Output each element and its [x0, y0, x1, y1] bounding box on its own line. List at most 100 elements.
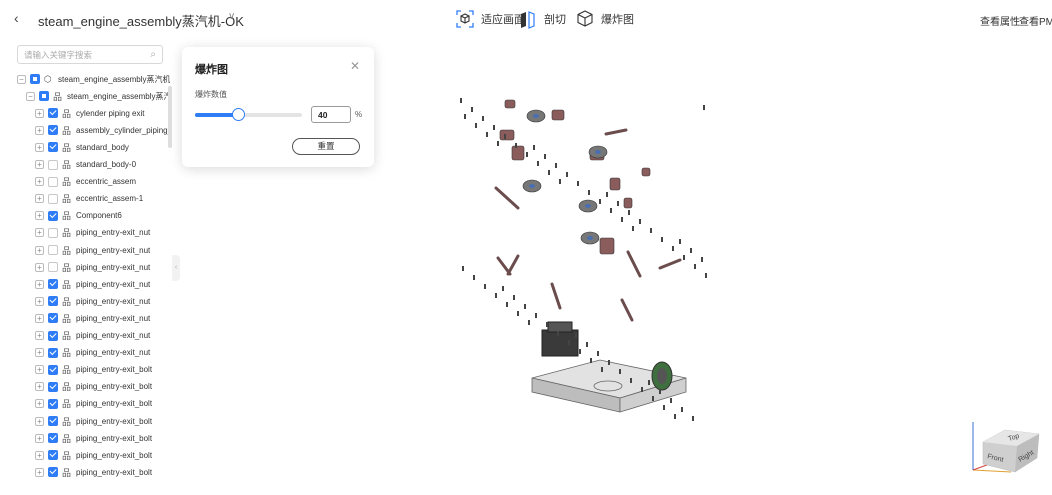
- bolt-part: [692, 416, 694, 421]
- expand-icon[interactable]: +: [35, 211, 44, 221]
- tree-row[interactable]: + 品 piping_entry-exit_nut: [35, 294, 170, 308]
- view-pmi-link[interactable]: 查看PMI: [1019, 13, 1052, 28]
- tree-row[interactable]: + 品 piping_entry-exit_bolt: [35, 380, 170, 394]
- expand-icon[interactable]: +: [35, 416, 44, 426]
- tree-row[interactable]: + 品 standard_body-0: [35, 158, 170, 172]
- close-icon[interactable]: ✕: [350, 59, 360, 73]
- tree-row[interactable]: + 品 piping_entry-exit_bolt: [35, 465, 170, 479]
- tree-checkbox[interactable]: [48, 313, 58, 324]
- tree-row[interactable]: + 品 piping_entry-exit_nut: [35, 277, 170, 291]
- tree-checkbox[interactable]: [48, 467, 58, 478]
- search-icon[interactable]: ⌕: [150, 49, 156, 60]
- expand-icon[interactable]: +: [35, 399, 44, 409]
- tree-row[interactable]: + 品 piping_entry-exit_bolt: [35, 397, 170, 411]
- tree-checkbox[interactable]: [48, 364, 58, 375]
- tree-checkbox[interactable]: [48, 450, 58, 461]
- tree-checkbox[interactable]: [48, 330, 58, 341]
- tree-row-label: Component6: [76, 211, 122, 221]
- tree-row[interactable]: − ⬡ steam_engine_assembly蒸汽机-OK: [17, 72, 170, 86]
- tree-row[interactable]: + 品 piping_entry-exit_nut: [35, 329, 170, 343]
- expand-icon[interactable]: +: [35, 467, 44, 477]
- tree-checkbox[interactable]: [48, 398, 58, 409]
- tree-checkbox[interactable]: [48, 262, 58, 273]
- expand-icon[interactable]: +: [35, 142, 44, 152]
- slider-thumb[interactable]: [231, 108, 245, 121]
- expand-icon[interactable]: +: [35, 177, 44, 187]
- tree-checkbox[interactable]: [39, 91, 49, 102]
- tree-row[interactable]: + 品 piping_entry-exit_nut: [35, 311, 170, 325]
- chevron-left-icon[interactable]: ‹: [14, 10, 19, 26]
- bolt-part: [566, 172, 568, 177]
- collapse-icon[interactable]: −: [26, 91, 35, 101]
- rod-part: [626, 250, 642, 278]
- explode-button[interactable]: 爆炸图: [575, 9, 634, 29]
- tree-checkbox[interactable]: [48, 227, 58, 238]
- reset-button[interactable]: 重置: [292, 138, 360, 155]
- tree-checkbox[interactable]: [48, 433, 58, 444]
- tree-checkbox[interactable]: [48, 159, 58, 170]
- tree-row[interactable]: − 品 steam_engine_assembly蒸汽机: [26, 89, 170, 103]
- collapse-icon[interactable]: −: [17, 74, 26, 84]
- tree-checkbox[interactable]: [48, 125, 58, 136]
- tree-row[interactable]: + 品 piping_entry-exit_nut: [35, 226, 170, 240]
- expand-icon[interactable]: +: [35, 365, 44, 375]
- tree-checkbox[interactable]: [48, 108, 58, 119]
- search-input[interactable]: 请输入关键字搜索 ⌕: [17, 45, 163, 64]
- tree-row[interactable]: + 品 standard_body: [35, 140, 170, 154]
- tree-row[interactable]: + 品 piping_entry-exit_bolt: [35, 414, 170, 428]
- fit-view-button[interactable]: 适应画面: [455, 9, 525, 29]
- expand-icon[interactable]: +: [35, 348, 44, 358]
- tree-row[interactable]: + 品 eccentric_assem: [35, 175, 170, 189]
- expand-icon[interactable]: +: [35, 382, 44, 392]
- expand-icon[interactable]: +: [35, 296, 44, 306]
- chevron-down-icon[interactable]: ∨: [228, 11, 235, 22]
- tree-checkbox[interactable]: [48, 279, 58, 290]
- expand-icon[interactable]: +: [35, 450, 44, 460]
- bolt-part: [484, 284, 486, 289]
- tree-row[interactable]: + 品 piping_entry-exit_nut: [35, 346, 170, 360]
- bolt-part: [471, 107, 473, 112]
- expand-icon[interactable]: +: [35, 194, 44, 204]
- bolt-part: [482, 116, 484, 121]
- tree-row[interactable]: + 品 piping_entry-exit_bolt: [35, 431, 170, 445]
- tree-checkbox[interactable]: [48, 416, 58, 426]
- sidebar-collapse-handle[interactable]: ‹: [172, 255, 180, 281]
- tree-row[interactable]: + 品 piping_entry-exit_nut: [35, 243, 170, 257]
- tree-row[interactable]: + 品 piping_entry-exit_nut: [35, 260, 170, 274]
- expand-icon[interactable]: +: [35, 160, 44, 169]
- tree-checkbox[interactable]: [48, 210, 58, 221]
- tree-scrollbar[interactable]: [168, 86, 172, 148]
- explode-value-input[interactable]: 40: [311, 106, 351, 123]
- expand-icon[interactable]: +: [35, 331, 44, 340]
- tree-checkbox[interactable]: [30, 74, 40, 84]
- expand-icon[interactable]: +: [35, 433, 44, 443]
- tree-row[interactable]: + 品 piping_entry-exit_bolt: [35, 448, 170, 462]
- explode-icon: [577, 10, 593, 27]
- tree-row[interactable]: + 品 assembly_cylinder_piping_e: [35, 123, 170, 137]
- expand-icon[interactable]: +: [35, 228, 44, 238]
- explode-slider[interactable]: [195, 108, 302, 121]
- view-properties-link[interactable]: 查看属性: [980, 13, 1020, 28]
- view-cube[interactable]: Top Front Right: [965, 410, 1045, 475]
- tree-checkbox[interactable]: [48, 381, 58, 392]
- tree-row[interactable]: + 品 cylender piping exit: [35, 106, 170, 120]
- section-button[interactable]: 剖切: [518, 9, 566, 29]
- tree-checkbox[interactable]: [48, 347, 58, 358]
- tree-checkbox[interactable]: [48, 245, 58, 255]
- expand-icon[interactable]: +: [35, 245, 44, 255]
- flywheel-part: [657, 368, 667, 384]
- expand-icon[interactable]: +: [35, 125, 44, 135]
- expand-icon[interactable]: +: [35, 262, 44, 272]
- expand-icon[interactable]: +: [35, 313, 44, 323]
- tree-checkbox[interactable]: [48, 296, 58, 307]
- model-title[interactable]: steam_engine_assembly蒸汽机-OK: [38, 11, 244, 30]
- tree-checkbox[interactable]: [48, 193, 58, 204]
- tree-checkbox[interactable]: [48, 142, 58, 153]
- expand-icon[interactable]: +: [35, 108, 44, 118]
- tree-row[interactable]: + 品 piping_entry-exit_bolt: [35, 363, 170, 377]
- tree-checkbox[interactable]: [48, 176, 58, 187]
- expand-icon[interactable]: +: [35, 279, 44, 289]
- bolt-part: [473, 275, 475, 280]
- tree-row[interactable]: + 品 Component6: [35, 209, 170, 223]
- tree-row[interactable]: + 品 eccentric_assem-1: [35, 192, 170, 206]
